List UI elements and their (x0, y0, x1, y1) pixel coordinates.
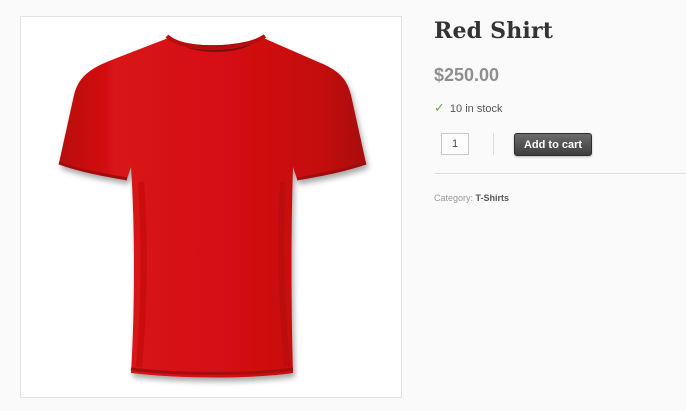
product-price: $250.00 (434, 65, 500, 85)
summary-divider (434, 173, 686, 175)
product-image[interactable] (21, 17, 403, 399)
stock-status: ✓ 10 in stock (434, 100, 503, 116)
category-label: Category: (434, 193, 474, 203)
product-image-frame[interactable] (20, 16, 402, 398)
quantity-input[interactable] (441, 133, 469, 155)
product-summary: Red Shirt $250.00 ✓ 10 in stock Add to ca… (434, 0, 686, 411)
stock-text: 10 in stock (449, 103, 503, 115)
product-meta: Category: T-Shirts (434, 193, 509, 203)
check-icon: ✓ (434, 100, 445, 115)
category-link[interactable]: T-Shirts (476, 193, 510, 203)
add-to-cart-button[interactable]: Add to cart (514, 133, 592, 156)
product-title: Red Shirt (434, 18, 554, 44)
quantity-separator (493, 133, 494, 155)
